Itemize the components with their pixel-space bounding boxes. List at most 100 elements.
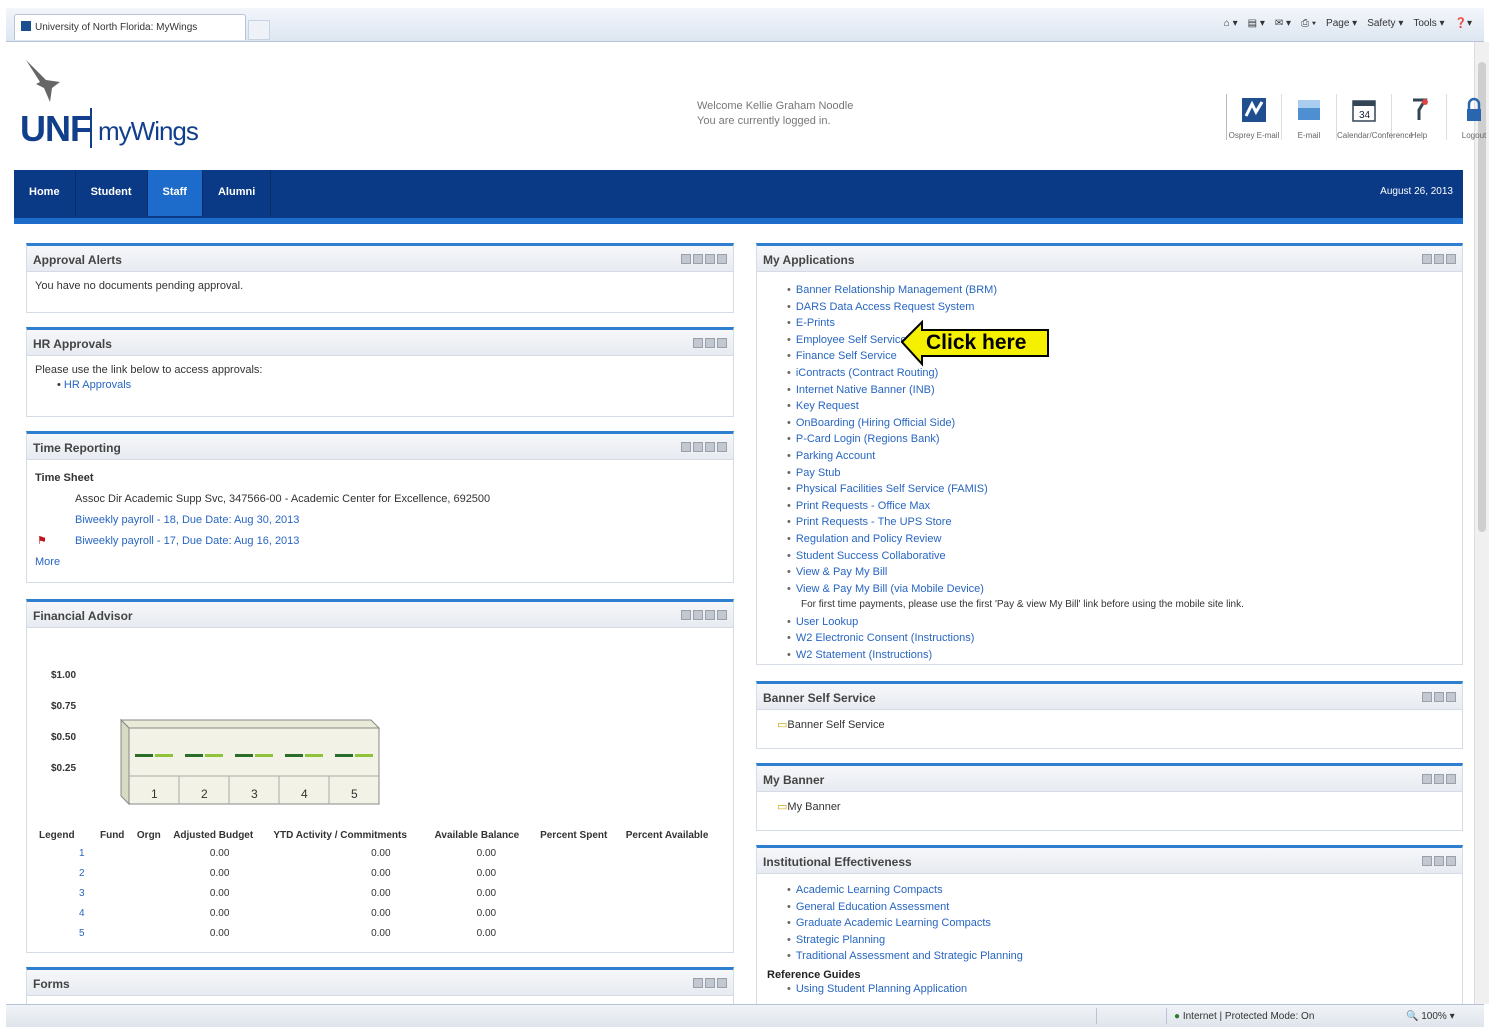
banner-self-service-link[interactable]: Banner Self Service xyxy=(787,719,884,731)
application-link[interactable]: Internet Native Banner (INB) xyxy=(796,384,935,396)
browser-tab-title: University of North Florida: MyWings xyxy=(35,22,198,33)
portlet-help-icon[interactable] xyxy=(681,442,691,452)
logo-unf[interactable]: UNF xyxy=(20,108,92,150)
help-link[interactable]: Help xyxy=(1392,94,1447,140)
portlet-minimize-icon[interactable] xyxy=(1434,254,1444,264)
portlet-maximize-icon[interactable] xyxy=(1446,692,1456,702)
portlet-edit-icon[interactable] xyxy=(1422,774,1432,784)
osprey-email-link[interactable]: Osprey E-mail xyxy=(1227,94,1282,140)
portlet-maximize-icon[interactable] xyxy=(717,254,727,264)
zoom-level[interactable]: 🔍 100% ▾ xyxy=(1406,1011,1455,1022)
tools-menu[interactable]: Tools ▾ xyxy=(1413,18,1444,29)
application-link[interactable]: View & Pay My Bill xyxy=(796,566,888,578)
hr-approvals-link[interactable]: HR Approvals xyxy=(64,379,131,391)
application-link[interactable]: Regulation and Policy Review xyxy=(796,533,942,545)
feeds-icon[interactable]: ▤ ▾ xyxy=(1248,18,1265,29)
application-link[interactable]: Physical Facilities Self Service (FAMIS) xyxy=(796,483,988,495)
tab-home[interactable]: Home xyxy=(14,170,76,216)
portlet-edit-icon[interactable] xyxy=(693,978,703,988)
legend-link[interactable]: 3 xyxy=(35,883,96,903)
table-cell: 0.00 xyxy=(476,927,497,939)
portlet-minimize-icon[interactable] xyxy=(705,442,715,452)
portlet-edit-icon[interactable] xyxy=(1422,692,1432,702)
tab-staff[interactable]: Staff xyxy=(147,170,203,216)
portlet-help-icon[interactable] xyxy=(681,254,691,264)
time-reporting-more-link[interactable]: More xyxy=(35,556,60,568)
application-link[interactable]: Print Requests - The UPS Store xyxy=(796,516,952,528)
portlet-edit-icon[interactable] xyxy=(1422,254,1432,264)
list-item: Print Requests - Office Max xyxy=(787,498,1454,515)
application-link[interactable]: Employee Self Service xyxy=(796,334,907,346)
portlet-edit-icon[interactable] xyxy=(693,610,703,620)
vertical-scrollbar[interactable] xyxy=(1474,42,1489,1004)
portlet-minimize-icon[interactable] xyxy=(1434,856,1444,866)
legend-link[interactable]: 5 xyxy=(35,923,96,943)
application-link[interactable]: User Lookup xyxy=(796,616,858,628)
portlet-edit-icon[interactable] xyxy=(693,254,703,264)
portlet-minimize-icon[interactable] xyxy=(705,254,715,264)
application-link[interactable]: Parking Account xyxy=(796,450,876,462)
security-zone[interactable]: ● Internet | Protected Mode: On xyxy=(1174,1011,1314,1022)
page-menu[interactable]: Page ▾ xyxy=(1326,18,1357,29)
tab-alumni[interactable]: Alumni xyxy=(203,170,272,216)
portlet-maximize-icon[interactable] xyxy=(717,978,727,988)
browser-tab[interactable]: University of North Florida: MyWings xyxy=(14,14,246,40)
application-link[interactable]: View & Pay My Bill (via Mobile Device) xyxy=(796,583,984,595)
email-link[interactable]: E-mail xyxy=(1282,94,1337,140)
legend-link[interactable]: 2 xyxy=(35,863,96,883)
application-link[interactable]: W2 Electronic Consent (Instructions) xyxy=(796,632,975,644)
portlet-edit-icon[interactable] xyxy=(1422,856,1432,866)
application-link[interactable]: Pay Stub xyxy=(796,467,841,479)
safety-menu[interactable]: Safety ▾ xyxy=(1367,18,1403,29)
new-tab-button[interactable] xyxy=(248,20,270,40)
portlet-edit-icon[interactable] xyxy=(693,442,703,452)
portlet-maximize-icon[interactable] xyxy=(717,610,727,620)
application-link[interactable]: Student Success Collaborative xyxy=(796,550,946,562)
mail-cmd-icon[interactable]: ✉ ▾ xyxy=(1275,18,1291,29)
legend-link[interactable]: 4 xyxy=(35,903,96,923)
home-icon[interactable]: ⌂ ▾ xyxy=(1224,18,1238,29)
institutional-link[interactable]: Strategic Planning xyxy=(796,934,885,946)
my-banner-link[interactable]: My Banner xyxy=(787,801,840,813)
print-icon[interactable]: ⎙ ▾ xyxy=(1301,18,1316,29)
portlet-maximize-icon[interactable] xyxy=(1446,856,1456,866)
portlet-minimize-icon[interactable] xyxy=(705,978,715,988)
portlet-maximize-icon[interactable] xyxy=(717,442,727,452)
globe-icon: ● xyxy=(1174,1011,1181,1022)
institutional-link[interactable]: General Education Assessment xyxy=(796,901,949,913)
tab-student[interactable]: Student xyxy=(76,170,148,216)
application-link[interactable]: P-Card Login (Regions Bank) xyxy=(796,433,940,445)
portlet-minimize-icon[interactable] xyxy=(705,338,715,348)
application-link[interactable]: Print Requests - Office Max xyxy=(796,500,930,512)
portlet-maximize-icon[interactable] xyxy=(1446,774,1456,784)
portlet-minimize-icon[interactable] xyxy=(1434,774,1444,784)
logout-link[interactable]: Logout xyxy=(1447,94,1489,140)
table-cell: 0.00 xyxy=(209,907,230,919)
application-link[interactable]: W2 Statement (Instructions) xyxy=(796,649,932,661)
institutional-link[interactable]: Graduate Academic Learning Compacts xyxy=(796,917,991,929)
application-link[interactable]: DARS Data Access Request System xyxy=(796,301,975,313)
legend-link[interactable]: 1 xyxy=(35,843,96,863)
timesheet-link[interactable]: Biweekly payroll - 17, Due Date: Aug 16,… xyxy=(75,535,299,547)
application-link[interactable]: OnBoarding (Hiring Official Side) xyxy=(796,417,955,429)
portlet-maximize-icon[interactable] xyxy=(717,338,727,348)
portlet-maximize-icon[interactable] xyxy=(1446,254,1456,264)
help-cmd-icon[interactable]: ❓▾ xyxy=(1455,18,1472,29)
financial-table: Legend Fund Orgn Adjusted Budget YTD Activit… xyxy=(35,828,725,943)
institutional-link[interactable]: Academic Learning Compacts xyxy=(796,884,943,896)
calendar-link[interactable]: 34 Calendar/Conference xyxy=(1337,94,1413,140)
portlet-edit-icon[interactable] xyxy=(693,338,703,348)
reference-guide-link[interactable]: Using Student Planning Application xyxy=(796,983,967,995)
table-cell xyxy=(536,903,622,923)
application-link[interactable]: Key Request xyxy=(796,400,859,412)
portlet-minimize-icon[interactable] xyxy=(705,610,715,620)
portlet-minimize-icon[interactable] xyxy=(1434,692,1444,702)
portlet-help-icon[interactable] xyxy=(681,610,691,620)
institutional-link[interactable]: Traditional Assessment and Strategic Pla… xyxy=(796,950,1023,962)
list-item: Finance Self Service xyxy=(787,348,1454,365)
application-link[interactable]: Finance Self Service xyxy=(796,350,897,362)
logo-mywings[interactable]: myWings xyxy=(98,116,199,147)
timesheet-link[interactable]: Biweekly payroll - 18, Due Date: Aug 30,… xyxy=(75,514,299,526)
application-link[interactable]: E-Prints xyxy=(796,317,835,329)
application-link[interactable]: Banner Relationship Management (BRM) xyxy=(796,284,997,296)
